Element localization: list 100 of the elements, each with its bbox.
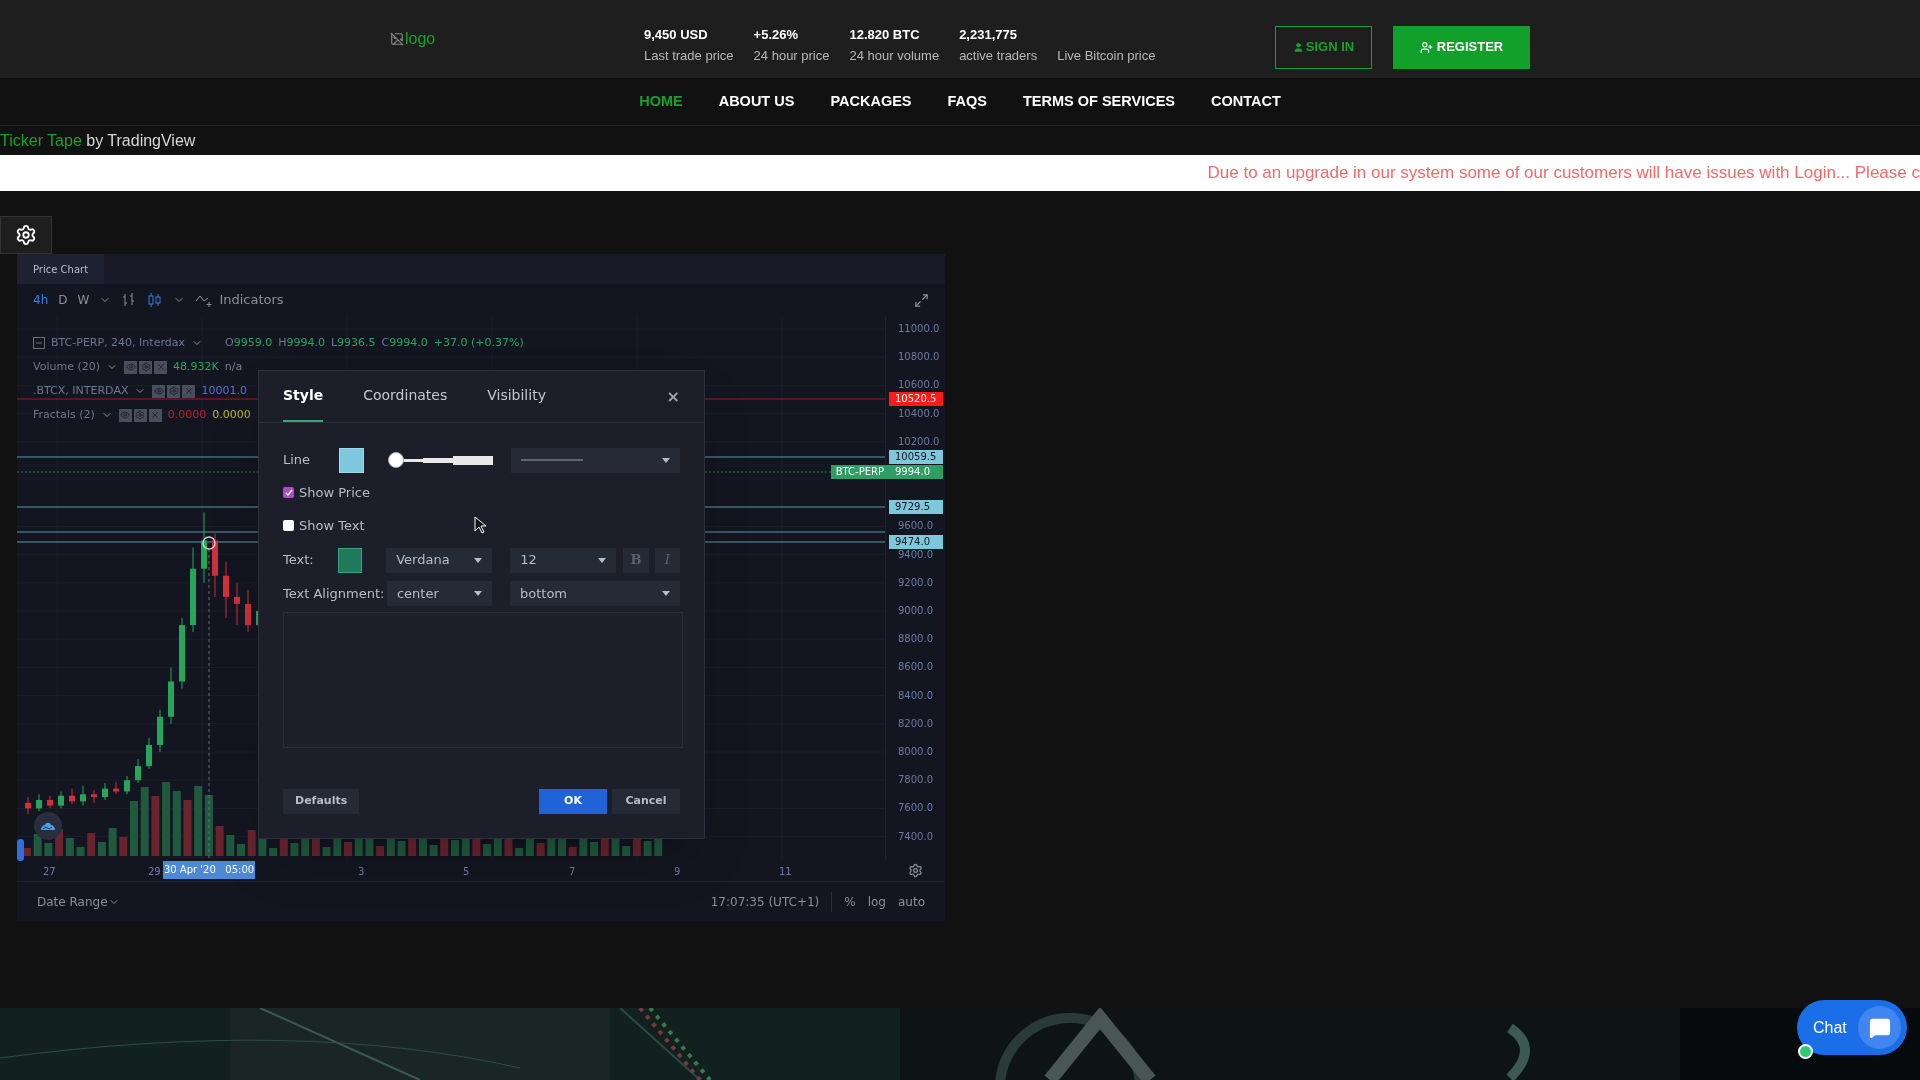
nav-link[interactable]: ABOUT US bbox=[718, 90, 795, 113]
eye-icon[interactable] bbox=[118, 408, 132, 422]
user-plus-icon bbox=[1419, 40, 1433, 54]
broken-image-icon bbox=[390, 32, 404, 46]
nav-link[interactable]: HOME bbox=[639, 90, 683, 113]
close-icon[interactable] bbox=[148, 408, 162, 422]
nav-link[interactable]: TERMS OF SERVICES bbox=[1023, 90, 1175, 113]
scale-option[interactable]: log bbox=[867, 892, 886, 911]
scale-option[interactable]: % bbox=[844, 892, 856, 911]
timeframe-button[interactable]: 4h bbox=[33, 291, 49, 309]
caret-icon bbox=[662, 457, 670, 463]
volume-bar bbox=[194, 786, 203, 856]
volume-bar bbox=[215, 826, 224, 856]
dialog-tab[interactable]: Coordinates bbox=[363, 371, 448, 422]
series-name[interactable]: Fractals (2) bbox=[33, 406, 95, 424]
dialog-tab[interactable]: Visibility bbox=[487, 371, 546, 422]
dropdown[interactable]: 12 bbox=[510, 547, 617, 573]
close-icon[interactable] bbox=[154, 360, 167, 374]
checkbox-label: Show Price bbox=[299, 483, 370, 502]
nav-link[interactable]: FAQS bbox=[947, 90, 987, 113]
stat-value: 2,231,775 bbox=[959, 25, 1018, 41]
dropdown[interactable]: center bbox=[386, 581, 492, 606]
series-name[interactable]: .BTCX, INTERDAX bbox=[33, 382, 129, 400]
volume-bar bbox=[226, 835, 235, 856]
gear-icon[interactable] bbox=[133, 408, 147, 422]
chat-button[interactable]: Chat bbox=[1797, 1000, 1907, 1055]
notice-text: Due to an upgrade in our system some of our customers will have issues with Login... Please c bbox=[1207, 162, 1920, 185]
collapse-icon[interactable] bbox=[33, 337, 45, 349]
cancel-button[interactable]: Cancel bbox=[612, 789, 680, 814]
stat-label: active traders bbox=[959, 46, 1038, 65]
cloud-logo-icon[interactable] bbox=[34, 812, 62, 840]
time-axis-label: 27 bbox=[43, 865, 56, 879]
register-button[interactable]: REGISTER bbox=[1393, 25, 1530, 69]
line-width-slider[interactable] bbox=[387, 451, 493, 469]
eye-icon[interactable] bbox=[152, 384, 166, 398]
chart-tab[interactable]: Price Chart bbox=[17, 254, 105, 284]
price-axis-label: 8200.0 bbox=[898, 717, 933, 730]
timeframe-button[interactable]: W bbox=[77, 291, 90, 309]
scroll-handle[interactable] bbox=[17, 839, 24, 861]
indicators-button[interactable]: Indicators bbox=[195, 290, 284, 310]
price-axis-label: 10200.0 bbox=[898, 435, 940, 448]
study-value: 48.932K bbox=[173, 358, 219, 375]
volume-bar bbox=[322, 847, 331, 856]
study-value: n/a bbox=[224, 358, 243, 375]
study-value: 10001.0 bbox=[201, 382, 247, 399]
volume-bar bbox=[119, 837, 128, 856]
volume-bar bbox=[451, 840, 459, 856]
eye-icon[interactable] bbox=[124, 360, 137, 374]
gear-icon[interactable] bbox=[139, 360, 152, 374]
scale-option[interactable]: auto bbox=[898, 892, 925, 911]
close-button[interactable]: × bbox=[666, 384, 680, 409]
price-axis-label: 8400.0 bbox=[898, 689, 933, 702]
line-color-swatch[interactable] bbox=[338, 447, 364, 473]
volume-bar bbox=[568, 847, 577, 856]
ok-button[interactable]: OK bbox=[539, 789, 607, 814]
line-style-dropdown[interactable] bbox=[510, 447, 680, 473]
price-change: +37.0 (+0.37%) bbox=[433, 334, 524, 351]
checkbox[interactable] bbox=[283, 487, 294, 498]
settings-icon[interactable] bbox=[908, 863, 923, 878]
dialog-tab[interactable]: Style bbox=[283, 371, 324, 422]
volume-bar bbox=[33, 834, 42, 856]
candlestick-icon[interactable] bbox=[147, 292, 164, 308]
gear-icon[interactable] bbox=[167, 384, 181, 398]
timeframe-button[interactable]: D bbox=[58, 291, 68, 309]
date-range-button[interactable]: Date Range bbox=[37, 892, 108, 911]
nav-link[interactable]: PACKAGES bbox=[830, 90, 912, 113]
ticker-tape-link[interactable]: Ticker Tape bbox=[0, 131, 82, 149]
chat-bubble-icon bbox=[1858, 1006, 1901, 1049]
price-axis-label: 7800.0 bbox=[898, 774, 933, 787]
series-name[interactable]: Volume (20) bbox=[33, 358, 100, 376]
price-axis-label: 10600.0 bbox=[898, 379, 940, 392]
slider-thumb[interactable] bbox=[387, 452, 404, 468]
defaults-button[interactable]: Defaults bbox=[283, 789, 360, 814]
price-axis-label: 9200.0 bbox=[898, 576, 933, 589]
text-label: Text: bbox=[283, 551, 315, 570]
dropdown[interactable]: bottom bbox=[510, 581, 680, 606]
dropdown[interactable]: Verdana bbox=[386, 547, 493, 573]
close-icon[interactable] bbox=[182, 384, 196, 398]
price-axis-label: 8000.0 bbox=[898, 746, 933, 758]
text-color-swatch[interactable] bbox=[337, 547, 363, 573]
symbol-tag: BTC-PERP bbox=[830, 465, 889, 479]
line-style-icon bbox=[520, 459, 583, 461]
time-axis-label: 3 bbox=[358, 865, 365, 879]
nav-link[interactable]: CONTACT bbox=[1211, 90, 1281, 113]
volume-bar bbox=[108, 828, 117, 856]
broken-logo-image[interactable]: logo bbox=[390, 27, 644, 51]
price-axis-label: 10800.0 bbox=[898, 351, 940, 364]
volume-bar bbox=[558, 838, 566, 856]
fullscreen-icon[interactable] bbox=[914, 292, 929, 308]
time-axis-label: 29 bbox=[148, 865, 161, 879]
caret-icon bbox=[474, 557, 483, 563]
time-axis-label: 7 bbox=[569, 865, 576, 879]
sign-in-button[interactable]: SIGN IN bbox=[1275, 25, 1372, 69]
settings-button[interactable] bbox=[0, 216, 52, 254]
price-axis-label: 10400.0 bbox=[898, 407, 940, 420]
series-name[interactable]: BTC-PERP, 240, Interdax bbox=[51, 334, 185, 352]
volume-bar bbox=[643, 841, 652, 856]
checkbox[interactable] bbox=[283, 520, 294, 531]
study-value: 0.0000 bbox=[167, 406, 207, 423]
line-label: Line bbox=[283, 451, 312, 470]
